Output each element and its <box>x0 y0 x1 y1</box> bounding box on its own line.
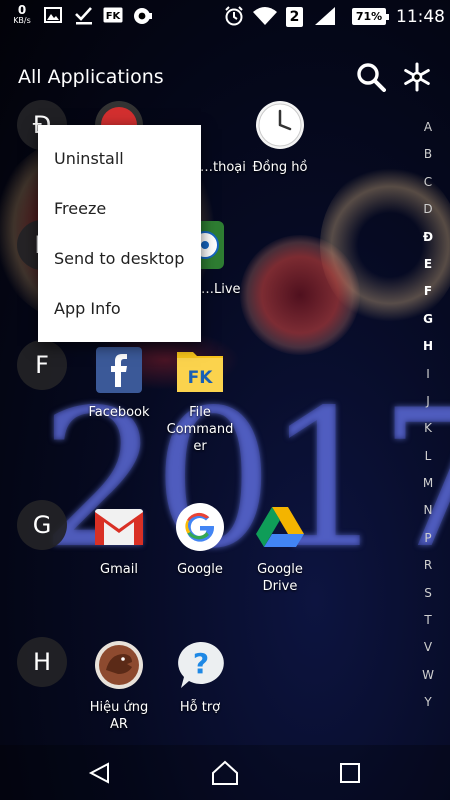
index-letter[interactable]: T <box>418 613 438 640</box>
index-letter[interactable]: J <box>418 394 438 421</box>
app-label: Đồng hồ <box>252 160 308 175</box>
index-letter[interactable]: F <box>418 284 438 311</box>
network-speed-unit: KB/s <box>13 16 31 25</box>
section-letter-f: F <box>17 340 67 390</box>
menu-item-app-info[interactable]: App Info <box>38 283 201 333</box>
wifi-icon <box>252 6 278 30</box>
app-facebook[interactable]: Facebook <box>82 345 156 421</box>
index-letter[interactable]: L <box>418 449 438 476</box>
checkmark-icon <box>74 7 94 29</box>
gmail-icon <box>94 502 144 552</box>
index-letter[interactable]: R <box>418 558 438 585</box>
index-letter[interactable]: K <box>418 421 438 448</box>
firework-center <box>240 235 360 355</box>
index-letter[interactable]: E <box>418 257 438 284</box>
index-letter[interactable]: Đ <box>418 230 438 257</box>
app-ar-effects[interactable]: Hiệu ứng AR <box>82 640 156 733</box>
index-letter[interactable]: S <box>418 586 438 613</box>
index-letter[interactable]: Y <box>418 695 438 722</box>
app-label-phone: …thoại <box>200 160 246 175</box>
file-commander-icon: FK <box>175 345 225 395</box>
navigation-bar <box>0 745 450 800</box>
alphabet-index[interactable]: A B C D Đ E F G H I J K L M N P R S T V … <box>418 120 438 723</box>
app-file-commander[interactable]: FK File Commander <box>163 345 237 455</box>
index-letter[interactable]: H <box>418 339 438 366</box>
index-letter[interactable]: W <box>418 668 438 695</box>
index-letter[interactable]: A <box>418 120 438 147</box>
svg-text:FK: FK <box>106 11 122 22</box>
signal-strength-icon <box>314 6 336 30</box>
image-icon <box>44 7 62 27</box>
recents-button[interactable] <box>330 755 370 791</box>
alarm-icon <box>224 6 244 31</box>
google-icon <box>175 502 225 552</box>
section-letter-h: H <box>17 637 67 687</box>
app-context-menu: Uninstall Freeze Send to desktop App Inf… <box>38 125 201 342</box>
menu-item-send-to-desktop[interactable]: Send to desktop <box>38 233 201 283</box>
index-letter[interactable]: C <box>418 175 438 202</box>
app-label: Hiệu ứng AR <box>89 700 149 732</box>
clock-icon <box>255 100 305 150</box>
google-drive-icon <box>255 502 305 552</box>
network-speed: 0 KB/s <box>10 4 34 25</box>
app-label: Google Drive <box>257 562 303 594</box>
settings-button[interactable] <box>400 60 434 94</box>
back-icon <box>88 762 109 784</box>
recents-icon <box>340 763 360 783</box>
index-letter[interactable]: M <box>418 476 438 503</box>
index-letter[interactable]: G <box>418 312 438 339</box>
game-notification-icon <box>133 7 153 29</box>
svg-text:?: ? <box>193 647 209 680</box>
app-label: Google <box>177 562 223 577</box>
search-icon <box>357 63 386 92</box>
app-google-drive[interactable]: Google Drive <box>243 502 317 595</box>
index-letter[interactable]: V <box>418 640 438 667</box>
index-letter[interactable]: P <box>418 531 438 558</box>
menu-item-freeze[interactable]: Freeze <box>38 183 201 233</box>
file-commander-notification-icon: FK <box>103 7 123 27</box>
app-label: File Commander <box>166 405 234 454</box>
page-title: All Applications <box>18 66 164 88</box>
back-button[interactable] <box>80 755 120 791</box>
snowflake-icon <box>404 62 430 92</box>
network-speed-value: 0 <box>17 3 27 17</box>
index-letter[interactable]: B <box>418 147 438 174</box>
index-letter[interactable]: N <box>418 503 438 530</box>
home-button[interactable] <box>205 755 245 791</box>
app-help[interactable]: ? Hỗ trợ <box>163 640 237 716</box>
svg-text:FK: FK <box>188 368 214 388</box>
facebook-icon <box>94 345 144 395</box>
section-letter-g: G <box>17 500 67 550</box>
app-google[interactable]: Google <box>163 502 237 578</box>
battery-indicator: 71% <box>352 8 389 25</box>
index-letter[interactable]: I <box>418 367 438 394</box>
home-icon <box>212 760 238 785</box>
status-bar: 0 KB/s FK 2 71% 11:48 <box>0 0 450 34</box>
app-gmail[interactable]: Gmail <box>82 502 156 578</box>
app-clock[interactable]: Đồng hồ <box>243 100 317 176</box>
app-label: Gmail <box>100 562 138 577</box>
dinosaur-ar-icon <box>94 640 144 690</box>
status-clock: 11:48 <box>396 7 445 27</box>
sim-slot-badge: 2 <box>286 7 303 27</box>
search-button[interactable] <box>354 60 388 94</box>
app-label: Facebook <box>88 405 150 420</box>
menu-item-uninstall[interactable]: Uninstall <box>38 133 201 183</box>
help-icon: ? <box>175 640 225 690</box>
app-label-live: …Live <box>201 282 241 297</box>
index-letter[interactable]: D <box>418 202 438 229</box>
app-label: Hỗ trợ <box>179 700 221 715</box>
